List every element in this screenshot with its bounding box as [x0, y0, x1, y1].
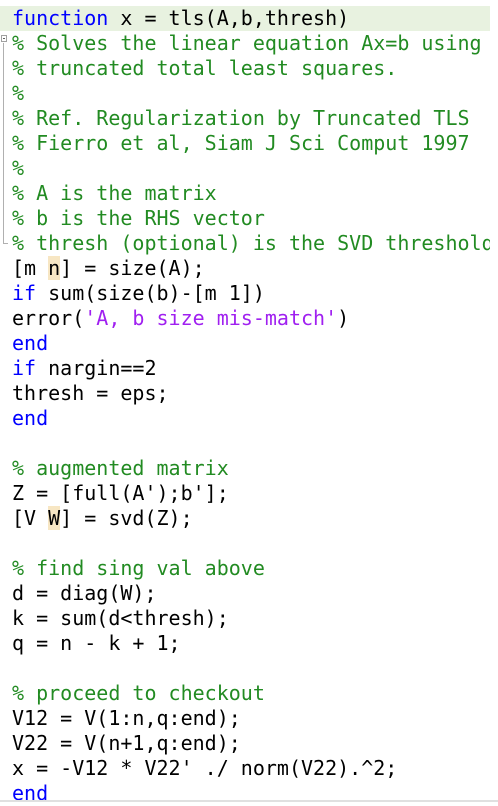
keyword-token: if [12, 281, 37, 305]
code-line[interactable]: k = sum(d<thresh); [12, 606, 498, 631]
code-line[interactable] [12, 656, 498, 681]
comment-text: % b is the RHS vector [12, 206, 265, 230]
code-line[interactable]: [V W] = svd(Z); [12, 506, 498, 531]
highlighted-variable: W [48, 506, 61, 530]
code-text: x = -V12 * V22' ./ norm(V22).^2; [12, 756, 398, 780]
code-line[interactable]: d = diag(W); [12, 581, 498, 606]
code-text: k = sum(d<thresh); [12, 606, 229, 630]
code-text: q = n - k + 1; [12, 631, 181, 655]
code-line[interactable]: V12 = V(1:n,q:end); [12, 706, 498, 731]
code-line[interactable]: end [12, 781, 498, 806]
fold-toggle-icon[interactable] [1, 35, 7, 42]
code-line[interactable]: if nargin==2 [12, 356, 498, 381]
fold-gutter [0, 0, 8, 802]
code-text: nargin==2 [36, 356, 157, 380]
comment-text: % proceed to checkout [12, 681, 265, 705]
code-line[interactable]: % Fierro et al, Siam J Sci Comput 1997 [12, 131, 498, 156]
fold-guide [3, 43, 4, 243]
code-text: [V [12, 506, 49, 530]
code-line[interactable]: [m n] = size(A); [12, 256, 498, 281]
code-text: ] = size(A); [60, 256, 205, 280]
code-line[interactable]: % b is the RHS vector [12, 206, 498, 231]
comment-text: % [12, 81, 25, 105]
code-line[interactable]: % [12, 81, 498, 106]
fold-end-marker [3, 243, 8, 244]
code-text: d = diag(W); [12, 581, 157, 605]
code-text: x = tls(A,b,thresh) [108, 6, 350, 30]
comment-text: % Solves the linear equation Ax=b using [12, 31, 482, 55]
code-line[interactable]: Z = [full(A');b']; [12, 481, 498, 506]
code-line[interactable]: % augmented matrix [12, 456, 498, 481]
comment-text: % Ref. Regularization by Truncated TLS [12, 106, 470, 130]
code-line[interactable]: V22 = V(n+1,q:end); [12, 731, 498, 756]
code-text: ] = svd(Z); [60, 506, 193, 530]
keyword-token: end [12, 331, 49, 355]
code-line[interactable]: % A is the matrix [12, 181, 498, 206]
comment-text: % thresh (optional) is the SVD threshold [12, 231, 494, 255]
code-line[interactable]: % Solves the linear equation Ax=b using [12, 31, 498, 56]
code-line[interactable]: % thresh (optional) is the SVD threshold [12, 231, 498, 256]
code-text: sum(size(b)-[m 1]) [36, 281, 265, 305]
code-editor[interactable]: function x = tls(A,b,thresh)% Solves the… [0, 6, 498, 806]
comment-text: % [12, 156, 25, 180]
comment-text: % A is the matrix [12, 181, 217, 205]
code-line[interactable]: thresh = eps; [12, 381, 498, 406]
code-text: error( [12, 306, 85, 330]
keyword-token: if [12, 356, 37, 380]
keyword-token: function [12, 6, 109, 30]
keyword-token: end [12, 406, 49, 430]
code-text: [m [12, 256, 49, 280]
code-line[interactable]: % [12, 156, 498, 181]
code-line[interactable]: error('A, b size mis-match') [12, 306, 498, 331]
code-line[interactable] [12, 531, 498, 556]
code-text: V22 = V(n+1,q:end); [12, 731, 241, 755]
comment-text: % augmented matrix [12, 456, 229, 480]
code-line[interactable]: function x = tls(A,b,thresh) [0, 6, 498, 31]
code-text: V12 = V(1:n,q:end); [12, 706, 241, 730]
code-text: thresh = eps; [12, 381, 169, 405]
code-line[interactable]: % find sing val above [12, 556, 498, 581]
comment-text: % truncated total least squares. [12, 56, 398, 80]
code-line[interactable]: q = n - k + 1; [12, 631, 498, 656]
comment-text: % find sing val above [12, 556, 265, 580]
code-line[interactable]: x = -V12 * V22' ./ norm(V22).^2; [12, 756, 498, 781]
code-text: Z = [full(A');b']; [12, 481, 229, 505]
string-literal: 'A, b size mis-match' [84, 306, 338, 330]
code-line[interactable]: end [12, 331, 498, 356]
code-line[interactable]: if sum(size(b)-[m 1]) [12, 281, 498, 306]
comment-text: % Fierro et al, Siam J Sci Comput 1997 [12, 131, 470, 155]
code-line[interactable]: % Ref. Regularization by Truncated TLS [12, 106, 498, 131]
code-text: ) [337, 306, 350, 330]
code-line[interactable]: % truncated total least squares. [12, 56, 498, 81]
vertical-scrollbar[interactable] [490, 0, 498, 802]
code-line[interactable]: % proceed to checkout [12, 681, 498, 706]
code-line[interactable]: end [12, 406, 498, 431]
code-line[interactable] [12, 431, 498, 456]
highlighted-variable: n [48, 256, 61, 280]
